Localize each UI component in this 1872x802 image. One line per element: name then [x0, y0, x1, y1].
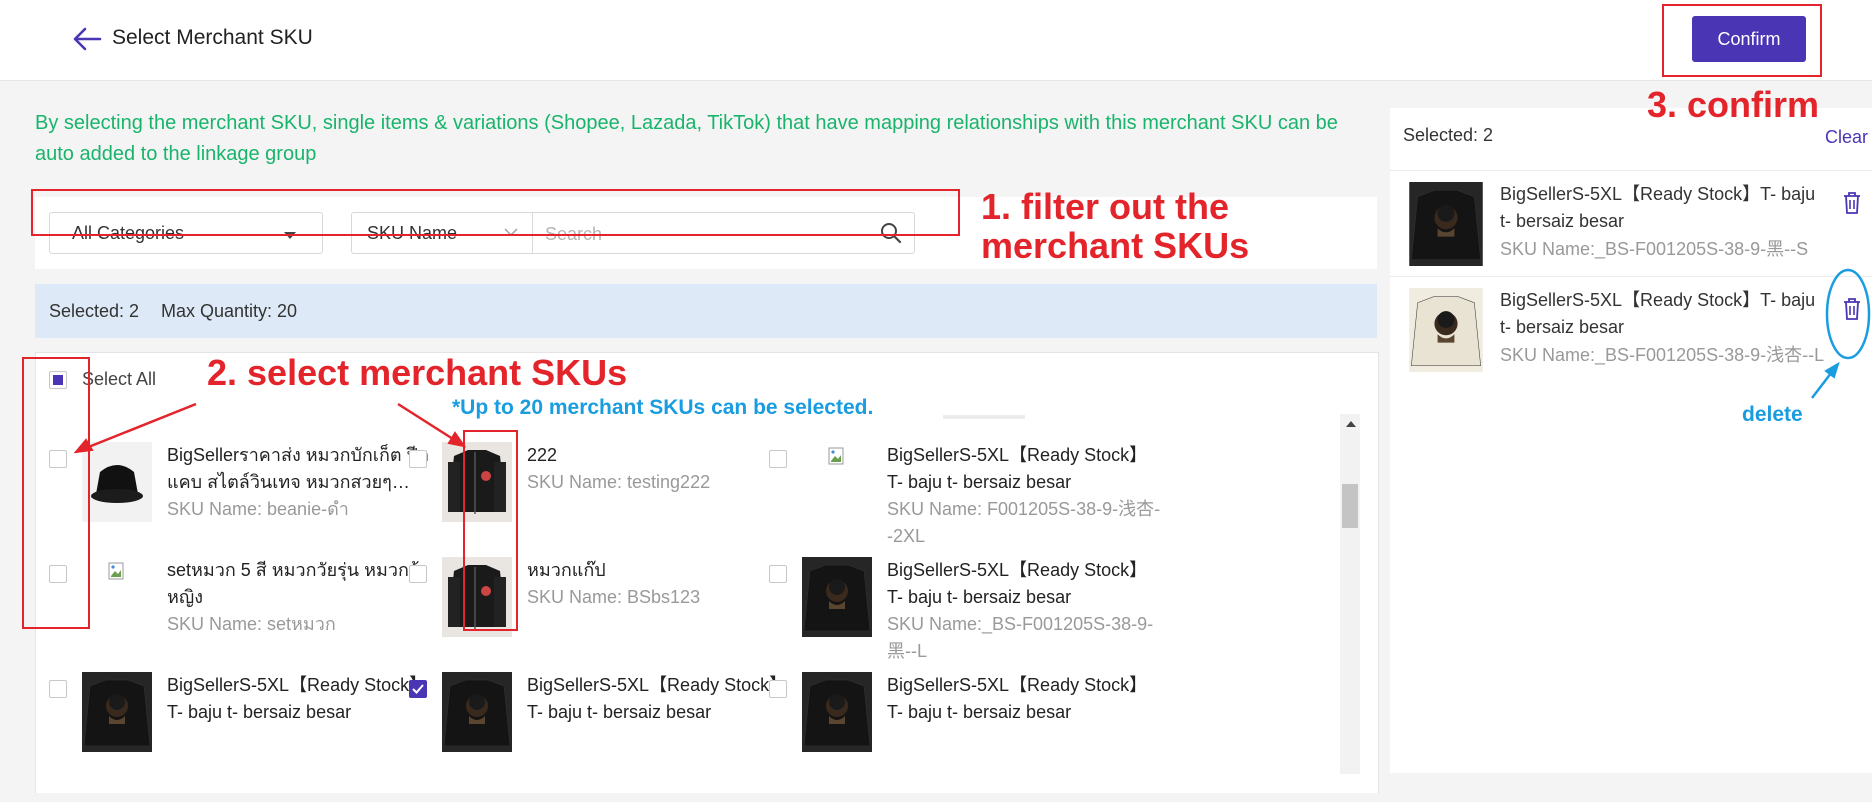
- sku-list-item[interactable]: BigSellerS-5XL【Ready Stock】T- baju t- be…: [755, 672, 1175, 802]
- item-name: BigSellerS-5XL【Ready Stock】T- baju t- be…: [887, 560, 1148, 607]
- item-name: BigSellerS-5XL【Ready Stock】T- baju t- be…: [887, 675, 1148, 722]
- item-checkbox[interactable]: [769, 680, 787, 698]
- annotation-step2-note: *Up to 20 merchant SKUs can be selected.: [452, 396, 874, 419]
- info-note: By selecting the merchant SKU, single it…: [35, 112, 1338, 165]
- item-name: BigSellerS-5XL【Ready Stock】T- baju t- be…: [887, 445, 1148, 492]
- trash-icon[interactable]: [1842, 297, 1862, 321]
- item-checkbox[interactable]: [409, 450, 427, 468]
- product-thumbnail: [82, 672, 152, 752]
- product-thumbnail: [82, 557, 152, 637]
- selection-info-bar: Selected: 2 Max Quantity: 20: [35, 284, 1377, 338]
- sku-list-item[interactable]: BigSellerS-5XL【Ready Stock】T- baju t- be…: [755, 442, 1175, 572]
- page-title: Select Merchant SKU: [112, 26, 313, 49]
- annotation-step1-line2: merchant SKUs: [981, 225, 1250, 266]
- annotation-box-filter: [31, 189, 960, 236]
- item-checkbox[interactable]: [409, 680, 427, 698]
- product-thumbnail: [802, 442, 872, 522]
- annotation-delete: delete: [1742, 403, 1803, 426]
- selected-item-name: BigSellerS-5XL【Ready Stock】T- baju t- be…: [1500, 290, 1816, 337]
- selected-item-sku-name: SKU Name:_BS-F001205S-38-9-黑--S: [1500, 239, 1809, 259]
- annotation-step1-line1: 1. filter out the: [981, 186, 1230, 227]
- scrollbar-thumb[interactable]: [1342, 484, 1358, 528]
- back-arrow-icon[interactable]: [72, 26, 102, 52]
- annotation-box-confirm: [1662, 4, 1822, 77]
- item-checkbox[interactable]: [769, 565, 787, 583]
- item-sku-name: SKU Name: F001205S-38-9-浅杏--2XL: [887, 499, 1161, 546]
- max-quantity: Max Quantity: 20: [161, 301, 298, 321]
- top-bar: Select Merchant SKU: [0, 0, 1872, 81]
- sku-list-item[interactable]: หมวกแก๊ป SKU Name: BSbs123: [395, 557, 815, 687]
- item-checkbox[interactable]: [769, 450, 787, 468]
- annotation-box-checkbox-col1: [22, 357, 90, 629]
- annotation-step2: 2. select merchant SKUs: [207, 352, 628, 393]
- selected-item: BigSellerS-5XL【Ready Stock】T- baju t- be…: [1390, 170, 1872, 277]
- sku-list-item[interactable]: BigSellerราคาส่ง หมวกบักเก็ต ปีกแคบ สไตล…: [35, 442, 455, 572]
- selected-item-thumbnail: [1404, 182, 1488, 266]
- trash-icon[interactable]: [1842, 191, 1862, 215]
- scrollbar[interactable]: [1340, 414, 1360, 774]
- sku-list-item[interactable]: setหมวก 5 สี หมวกวัยรุ่น หมวกผู้หญิง SKU …: [35, 557, 455, 687]
- item-checkbox[interactable]: [409, 565, 427, 583]
- selected-item-sku-name: SKU Name:_BS-F001205S-38-9-浅杏--L: [1500, 345, 1825, 365]
- scroll-up-icon[interactable]: [1346, 421, 1356, 427]
- selected-item-thumbnail: [1404, 288, 1488, 372]
- annotation-box-checkbox-col2: [463, 430, 518, 631]
- select-all-label: Select All: [82, 369, 157, 389]
- selected-count: Selected: 2: [49, 301, 140, 321]
- product-thumbnail: [802, 672, 872, 752]
- sku-list-item[interactable]: BigSellerS-5XL【Ready Stock】T- baju t- be…: [35, 672, 455, 802]
- sku-list-item[interactable]: 222 SKU Name: testing222: [395, 442, 815, 572]
- sku-list-item[interactable]: BigSellerS-5XL【Ready Stock】T- baju t- be…: [755, 557, 1175, 687]
- product-thumbnail: [82, 442, 152, 522]
- selected-item: BigSellerS-5XL【Ready Stock】T- baju t- be…: [1390, 276, 1872, 383]
- product-thumbnail: [442, 672, 512, 752]
- divider: [943, 415, 1025, 419]
- selected-panel-count: Selected: 2: [1403, 125, 1494, 145]
- item-checkbox[interactable]: [49, 680, 67, 698]
- clear-button[interactable]: Clear: [1825, 127, 1868, 148]
- sku-list-item[interactable]: BigSellerS-5XL【Ready Stock】T- baju t- be…: [395, 672, 815, 802]
- product-thumbnail: [802, 557, 872, 637]
- annotation-step3: 3. confirm: [1647, 84, 1820, 125]
- item-sku-name: SKU Name:_BS-F001205S-38-9-黑--L: [887, 614, 1154, 661]
- selected-item-name: BigSellerS-5XL【Ready Stock】T- baju t- be…: [1500, 184, 1816, 231]
